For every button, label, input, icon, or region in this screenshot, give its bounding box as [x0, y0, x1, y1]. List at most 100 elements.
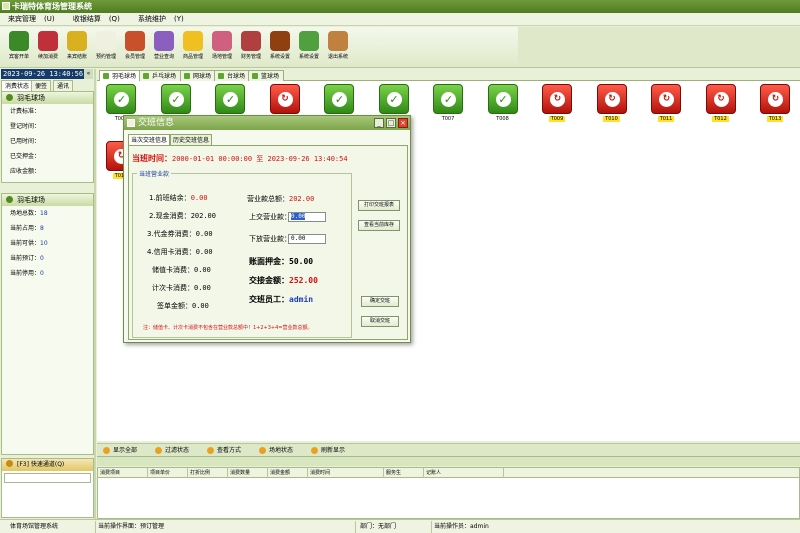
- clock-icon: ↻: [277, 92, 293, 107]
- issued-amount-input[interactable]: 0.00: [288, 234, 326, 244]
- column-header[interactable]: 消费时间: [308, 468, 384, 478]
- quick-channel-header[interactable]: [F3] 快速通道(Q): [2, 459, 93, 471]
- court-name: T007: [441, 116, 455, 122]
- menu-checkout[interactable]: 收银结算 (Q): [69, 15, 124, 23]
- tab-current-shift[interactable]: 当次交班信息: [128, 134, 171, 145]
- toolbar-button-2[interactable]: 来宾结账: [62, 29, 92, 66]
- court-stats-header: 羽毛球场: [2, 194, 93, 206]
- toolbar-button-6[interactable]: 商品管理: [178, 29, 208, 66]
- clock-icon: ↻: [550, 92, 565, 107]
- maximize-button[interactable]: □: [386, 118, 396, 128]
- toolbar-button-5[interactable]: 营业查询: [149, 29, 179, 66]
- status-operator: 当前操作员：admin: [431, 521, 800, 533]
- toolbar-button-8[interactable]: 财务管理: [236, 29, 266, 66]
- close-button[interactable]: ×: [398, 118, 408, 128]
- column-header[interactable]: 消费项目: [98, 468, 148, 478]
- book-deposit: 账面押金：50.00: [249, 257, 314, 266]
- column-header[interactable]: 消费金额: [268, 468, 308, 478]
- court-info-header: 羽毛球场: [2, 92, 93, 104]
- check-icon: ✓: [223, 92, 238, 107]
- column-header[interactable]: 打折比例: [188, 468, 228, 478]
- toolbar-label: 财务管理: [240, 54, 261, 60]
- column-header[interactable]: 记账人: [424, 468, 504, 478]
- status-screen: 当前操作界面：预订管理: [95, 521, 355, 533]
- collapse-icon[interactable]: [6, 94, 13, 101]
- tab-basketball[interactable]: 篮球场: [248, 70, 285, 81]
- menu-system[interactable]: 系统维护 (Y): [134, 15, 188, 23]
- menu-guest[interactable]: 来宾管理 (U): [4, 15, 59, 23]
- shift-time: 当班时间：2000-01-01 00:00:00 至 2023-09-26 13…: [132, 154, 348, 163]
- dialog-icon: [127, 119, 135, 127]
- toolbar-button-10[interactable]: 系统设置: [294, 29, 324, 66]
- toolbar-label: 续加消费: [37, 54, 58, 60]
- brush-icon: [154, 31, 174, 51]
- court-free-icon: ✓: [378, 84, 409, 114]
- toolbar-label: 系统设置: [269, 54, 290, 60]
- view-icon: [207, 447, 214, 454]
- stat-available: 当前可供：10: [10, 240, 48, 247]
- clock-icon: ↻: [659, 92, 674, 107]
- toolbar-button-11[interactable]: 退出系统: [323, 29, 353, 66]
- shift-item: 计次卡消费：0.00: [152, 284, 211, 292]
- court-tile[interactable]: ↻ T009: [541, 84, 573, 129]
- print-report-button[interactable]: 打印交班报表: [358, 200, 400, 211]
- cancel-handover-button[interactable]: 取消交班: [361, 316, 399, 327]
- person-icon: [9, 31, 29, 51]
- toolbar-button-3[interactable]: 预约管理: [91, 29, 121, 66]
- toolbar-label: 系统设置: [298, 54, 319, 60]
- tab-tennis[interactable]: 网球场: [180, 70, 217, 81]
- toolbar-button-0[interactable]: 宾客开单: [4, 29, 34, 66]
- court-tile[interactable]: ↻ T012: [705, 84, 737, 129]
- quick-input[interactable]: [4, 473, 91, 483]
- court-tile[interactable]: ✓ T008: [487, 84, 519, 129]
- toolbar-button-1[interactable]: 续加消费: [33, 29, 63, 66]
- door-icon: [270, 31, 290, 51]
- status-bar: 体育场馆管理系统 当前操作界面：预订管理 部门：无部门 当前操作员：admin: [0, 519, 800, 533]
- dialog-title-bar[interactable]: 交班信息 _ □ ×: [124, 116, 410, 130]
- court-tile[interactable]: ↻ T011: [650, 84, 682, 129]
- tab-pingpong[interactable]: 乒乓球场: [139, 70, 182, 81]
- tab-notes[interactable]: 便签: [31, 80, 52, 91]
- court-free-icon: ✓: [215, 84, 245, 114]
- collapse-icon[interactable]: [6, 196, 13, 203]
- tab-contacts[interactable]: 通讯: [53, 80, 74, 91]
- splitter[interactable]: [94, 69, 96, 519]
- toolbar-filler: [518, 27, 800, 68]
- check-icon: ✓: [332, 92, 347, 107]
- tab-badminton[interactable]: 羽毛球场: [99, 70, 142, 81]
- venue-tabs: 羽毛球场 乒乓球场 网球场 台球场 篮球场: [97, 69, 800, 81]
- toolbar-button-7[interactable]: 场地管理: [207, 29, 237, 66]
- used-time: 已用时间：: [10, 138, 41, 145]
- toolbar-button-9[interactable]: 系统设置: [265, 29, 295, 66]
- view-stock-button[interactable]: 查看当前库存: [358, 220, 400, 231]
- column-header[interactable]: 服务生: [384, 468, 424, 478]
- court-icon: [103, 73, 109, 79]
- status-icon: [259, 447, 266, 454]
- court-icon: [252, 73, 258, 79]
- app-icon: [2, 2, 10, 10]
- column-header[interactable]: 消费数量: [228, 468, 268, 478]
- confirm-handover-button[interactable]: 确定交班: [361, 296, 399, 307]
- tab-shift-history[interactable]: 历史交班信息: [170, 134, 213, 145]
- court-tile[interactable]: ✓ T007: [432, 84, 464, 129]
- court-busy-icon: ↻: [596, 84, 627, 114]
- stat-disabled: 当前停用：0: [10, 270, 44, 277]
- tab-billiards[interactable]: 台球场: [214, 70, 251, 81]
- court-tile[interactable]: ↻ T013: [759, 84, 791, 129]
- register-time: 登记时间：: [10, 123, 41, 130]
- minimize-button[interactable]: _: [374, 118, 384, 128]
- toolbar-button-4[interactable]: 会员管理: [120, 29, 150, 66]
- star-icon: [183, 31, 203, 51]
- court-tile[interactable]: ↻ T010: [596, 84, 628, 129]
- stat-reserved: 当前预订：0: [10, 255, 44, 262]
- check-icon: ✓: [114, 92, 129, 107]
- collapse-left-button[interactable]: «: [84, 69, 93, 79]
- clock-icon: [96, 31, 116, 51]
- handed-amount-input[interactable]: 0.00: [288, 212, 326, 222]
- toolbar-label: 营业查询: [153, 54, 174, 60]
- tab-consume-status[interactable]: 消费状态: [1, 80, 34, 91]
- grid-splitter[interactable]: [97, 456, 800, 466]
- dialog-body: 当班时间：2000-01-01 00:00:00 至 2023-09-26 13…: [128, 145, 408, 340]
- court-busy-icon: ↻: [760, 84, 790, 114]
- column-header[interactable]: 项目单价: [148, 468, 188, 478]
